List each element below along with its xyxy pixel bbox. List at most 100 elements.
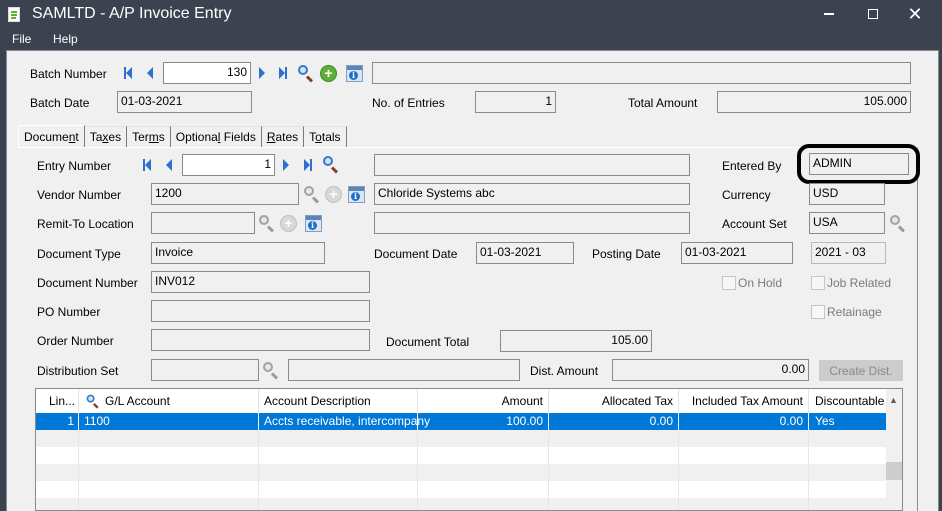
remit-to-field[interactable] bbox=[151, 212, 255, 234]
close-button[interactable]: ✕ bbox=[892, 0, 938, 28]
entry-number-input[interactable]: 1 bbox=[182, 154, 275, 176]
table-row[interactable] bbox=[36, 481, 886, 498]
vendor-finder-icon[interactable] bbox=[303, 185, 321, 204]
batch-finder-icon[interactable] bbox=[297, 64, 315, 83]
account-set-label: Account Set bbox=[722, 217, 787, 231]
dist-amount-label: Dist. Amount bbox=[530, 364, 599, 378]
cell-amount[interactable]: 100.00 bbox=[418, 413, 549, 430]
maximize-button[interactable] bbox=[850, 0, 896, 28]
tab-taxes[interactable]: Taxes bbox=[84, 126, 128, 147]
vendor-info-icon[interactable]: i bbox=[348, 186, 365, 203]
document-icon bbox=[8, 7, 20, 22]
account-set-field[interactable]: USA bbox=[809, 212, 885, 234]
batch-date-label: Batch Date bbox=[30, 96, 90, 110]
po-number-label: PO Number bbox=[37, 305, 101, 319]
entered-by-label: Entered By bbox=[722, 159, 782, 173]
distribution-set-field[interactable] bbox=[151, 359, 259, 381]
posting-date-label: Posting Date bbox=[592, 247, 661, 261]
column-header-included-tax-amount[interactable]: Included Tax Amount bbox=[679, 389, 809, 413]
remit-to-label: Remit-To Location bbox=[37, 217, 134, 231]
tab-rates[interactable]: Rates bbox=[261, 126, 305, 147]
document-type-field[interactable]: Invoice bbox=[151, 242, 325, 264]
total-amount-label: Total Amount bbox=[628, 96, 698, 110]
distribution-set-description-field bbox=[288, 359, 520, 381]
account-set-finder-icon[interactable] bbox=[889, 214, 907, 233]
entry-description-field[interactable] bbox=[374, 154, 690, 176]
order-number-field[interactable] bbox=[151, 329, 370, 351]
on-hold-checkbox[interactable] bbox=[722, 276, 736, 290]
job-related-checkbox[interactable] bbox=[811, 276, 825, 290]
entry-finder-icon[interactable] bbox=[322, 155, 340, 174]
scroll-up-icon[interactable]: ▲ bbox=[889, 395, 898, 405]
cell-allocated-tax[interactable]: 0.00 bbox=[549, 413, 679, 430]
dist-amount-field[interactable]: 0.00 bbox=[612, 359, 809, 381]
cell-discountable[interactable]: Yes bbox=[809, 413, 886, 430]
column-header-allocated-tax[interactable]: Allocated Tax bbox=[549, 389, 679, 413]
tab-totals[interactable]: Totals bbox=[304, 126, 347, 147]
menu-bar: File Help bbox=[0, 30, 942, 50]
batch-number-input[interactable]: 130 bbox=[163, 62, 251, 84]
column-header-amount[interactable]: Amount bbox=[418, 389, 549, 413]
batch-description-field[interactable] bbox=[372, 62, 911, 84]
next-icon bbox=[283, 159, 289, 171]
entry-first-button[interactable] bbox=[140, 158, 154, 172]
retainage-checkbox[interactable] bbox=[811, 305, 825, 319]
column-header-gl-account[interactable]: G/L Account bbox=[79, 389, 259, 413]
order-number-label: Order Number bbox=[37, 334, 114, 348]
total-amount-field: 105.000 bbox=[717, 91, 911, 113]
vendor-number-field[interactable]: 1200 bbox=[151, 183, 299, 205]
po-number-field[interactable] bbox=[151, 300, 370, 322]
tab-optional-fields[interactable]: Optional Fields bbox=[170, 126, 262, 147]
distribution-set-finder-icon[interactable] bbox=[262, 361, 280, 380]
menu-help[interactable]: Help bbox=[49, 32, 82, 46]
table-row[interactable] bbox=[36, 464, 886, 481]
batch-number-label: Batch Number bbox=[30, 67, 107, 81]
window-title: SAMLTD - A/P Invoice Entry bbox=[32, 5, 232, 22]
tab-terms[interactable]: Terms bbox=[127, 126, 171, 147]
batch-previous-button[interactable] bbox=[143, 66, 157, 80]
posting-date-field[interactable]: 01-03-2021 bbox=[681, 242, 793, 264]
cell-line: 1 bbox=[36, 413, 79, 430]
entry-number-label: Entry Number bbox=[37, 159, 112, 173]
remit-to-finder-icon[interactable] bbox=[258, 214, 276, 233]
table-row[interactable] bbox=[36, 447, 886, 464]
table-row[interactable]: 1 1100 Accts receivable, intercompany 10… bbox=[36, 413, 886, 430]
gl-finder-icon[interactable] bbox=[86, 394, 100, 409]
minimize-icon bbox=[824, 13, 834, 15]
title-bar: SAMLTD - A/P Invoice Entry ✕ bbox=[0, 0, 942, 30]
new-batch-icon[interactable]: + bbox=[320, 65, 337, 82]
previous-icon bbox=[166, 159, 172, 171]
cell-included-tax[interactable]: 0.00 bbox=[679, 413, 809, 430]
document-date-field[interactable]: 01-03-2021 bbox=[476, 242, 574, 264]
grid-vertical-scrollbar[interactable]: ▲ bbox=[886, 389, 902, 510]
tab-strip: Document Taxes Terms Optional Fields Rat… bbox=[18, 125, 347, 148]
batch-first-button[interactable] bbox=[121, 66, 135, 80]
scrollbar-thumb[interactable] bbox=[886, 462, 902, 480]
cell-account-description: Accts receivable, intercompany bbox=[259, 413, 430, 430]
cell-gl-account[interactable]: 1100 bbox=[79, 413, 259, 430]
menu-file[interactable]: File bbox=[8, 32, 35, 46]
table-row[interactable] bbox=[36, 498, 886, 510]
tab-document[interactable]: Document bbox=[18, 125, 85, 148]
batch-info-icon[interactable]: i bbox=[346, 65, 363, 82]
document-date-label: Document Date bbox=[374, 247, 458, 261]
vendor-name-field: Chloride Systems abc bbox=[374, 183, 690, 205]
currency-field: USD bbox=[809, 183, 885, 205]
document-total-label: Document Total bbox=[386, 335, 470, 349]
table-row[interactable] bbox=[36, 430, 886, 447]
column-header-line[interactable]: Lin... bbox=[36, 389, 79, 413]
minimize-button[interactable] bbox=[806, 0, 852, 28]
entry-last-button[interactable] bbox=[301, 158, 315, 172]
remit-to-info-icon[interactable]: i bbox=[305, 215, 322, 232]
distribution-set-label: Distribution Set bbox=[37, 364, 119, 378]
column-header-account-description[interactable]: Account Description bbox=[259, 389, 418, 413]
batch-last-button[interactable] bbox=[276, 66, 290, 80]
entry-previous-button[interactable] bbox=[162, 158, 176, 172]
column-header-discountable[interactable]: Discountable bbox=[809, 389, 886, 413]
batch-next-button[interactable] bbox=[255, 66, 269, 80]
grid-header: Lin... G/L Account Account Description A… bbox=[36, 389, 886, 413]
document-number-field[interactable]: INV012 bbox=[151, 271, 370, 293]
previous-icon bbox=[147, 67, 153, 79]
document-total-field[interactable]: 105.00 bbox=[500, 330, 652, 352]
entry-next-button[interactable] bbox=[279, 158, 293, 172]
